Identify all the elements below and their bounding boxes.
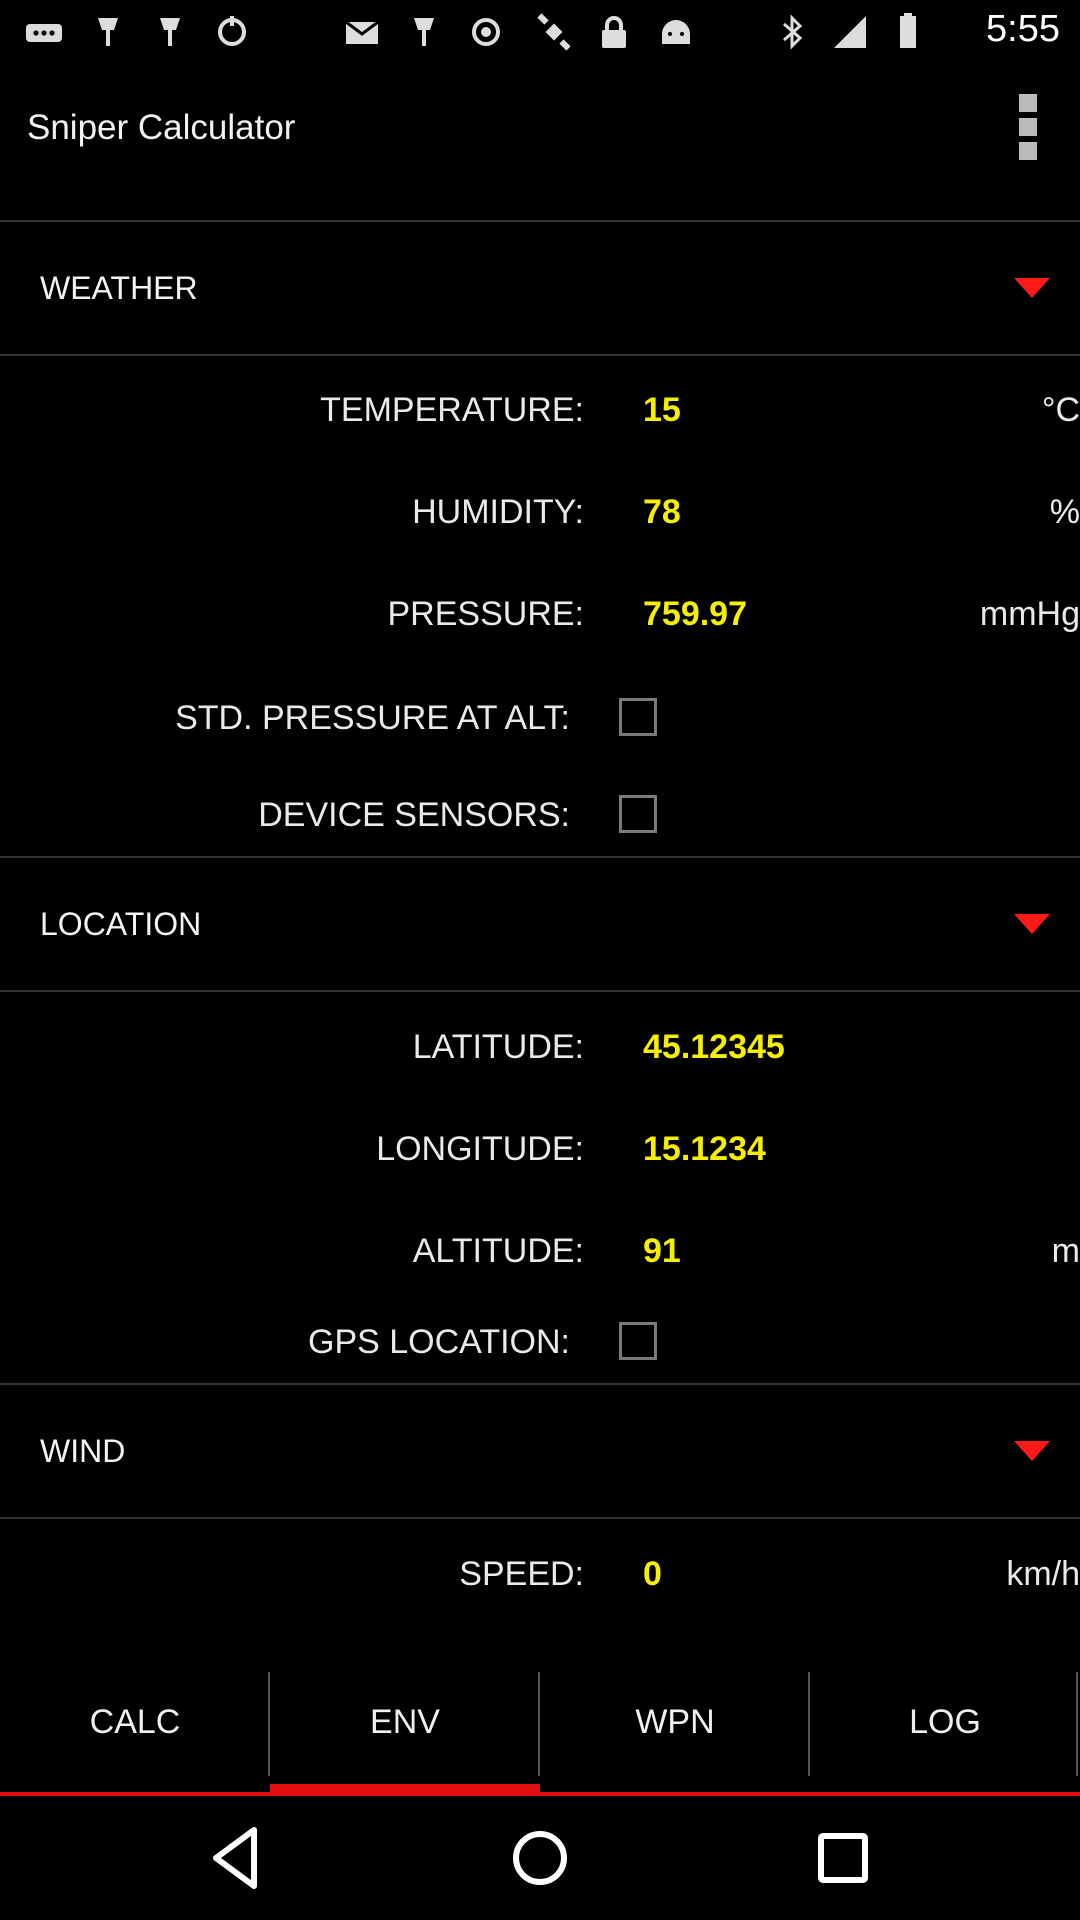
section-header-location[interactable]: LOCATION xyxy=(0,858,1080,990)
tab-label: ENV xyxy=(370,1703,440,1741)
fake-gps-icon xyxy=(537,13,571,51)
navigation-bar xyxy=(0,1796,1080,1920)
pressure-row: PRESSURE: 759.97 mmHg xyxy=(0,564,1080,664)
divider xyxy=(0,990,1080,992)
dropdown-arrow-icon xyxy=(1014,278,1050,298)
tab-wpn[interactable]: WPN xyxy=(540,1656,810,1796)
tab-label: CALC xyxy=(89,1703,181,1741)
section-title: WEATHER xyxy=(40,270,198,306)
temperature-unit[interactable]: °C xyxy=(1042,360,1080,460)
status-time: 5:55 xyxy=(986,8,1060,50)
wind-speed-unit[interactable]: km/h xyxy=(1006,1524,1080,1624)
tab-indicator xyxy=(270,1784,540,1796)
tab-label: LOG xyxy=(909,1703,981,1741)
app-bar: Sniper Calculator xyxy=(0,64,1080,220)
longitude-value[interactable]: 15.1234 xyxy=(643,1099,766,1199)
humidity-row: HUMIDITY: 78 % xyxy=(0,462,1080,562)
temperature-label: TEMPERATURE: xyxy=(320,391,584,429)
section-title: WIND xyxy=(40,1433,126,1469)
bluetooth-icon xyxy=(783,14,803,50)
latitude-value[interactable]: 45.12345 xyxy=(643,997,785,1097)
section-title: LOCATION xyxy=(40,906,202,942)
app-icon xyxy=(414,18,434,46)
gps-location-checkbox[interactable] xyxy=(619,1322,657,1360)
latitude-row: LATITUDE: 45.12345 xyxy=(0,997,1080,1097)
divider xyxy=(0,1517,1080,1519)
status-bar: 5:55 xyxy=(0,0,1080,64)
temperature-row: TEMPERATURE: 15 °C xyxy=(0,360,1080,460)
longitude-row: LONGITUDE: 15.1234 xyxy=(0,1099,1080,1199)
pressure-unit[interactable]: mmHg xyxy=(980,564,1080,664)
std-pressure-checkbox[interactable] xyxy=(619,698,657,736)
dropdown-arrow-icon xyxy=(1014,1441,1050,1461)
app-icon xyxy=(160,18,180,46)
section-header-weather[interactable]: WEATHER xyxy=(0,222,1080,354)
divider xyxy=(0,354,1080,356)
tab-separator xyxy=(1076,1672,1078,1776)
temperature-value[interactable]: 15 xyxy=(643,360,681,460)
lock-icon xyxy=(602,16,626,48)
altitude-row: ALTITUDE: 91 m xyxy=(0,1201,1080,1301)
device-sensors-row: DEVICE SENSORS: xyxy=(0,765,1080,865)
humidity-unit: % xyxy=(1049,493,1080,531)
latitude-label: LATITUDE: xyxy=(412,1028,584,1066)
tab-log[interactable]: LOG xyxy=(810,1656,1080,1796)
dropdown-arrow-icon xyxy=(1014,914,1050,934)
tab-bar: CALC ENV WPN LOG xyxy=(0,1656,1080,1796)
tab-calc[interactable]: CALC xyxy=(0,1656,270,1796)
std-pressure-row: STD. PRESSURE AT ALT: xyxy=(0,668,1080,768)
tab-env[interactable]: ENV xyxy=(270,1656,540,1796)
pressure-label: PRESSURE: xyxy=(387,595,585,633)
app-title: Sniper Calculator xyxy=(27,108,296,147)
gps-location-row: GPS LOCATION: xyxy=(0,1292,1080,1392)
longitude-label: LONGITUDE: xyxy=(376,1130,584,1168)
device-sensors-checkbox[interactable] xyxy=(619,795,657,833)
sync-icon xyxy=(218,16,246,46)
wind-speed-row: SPEED: 0 km/h xyxy=(0,1524,1080,1624)
email-icon xyxy=(345,20,379,44)
humidity-value[interactable]: 78 xyxy=(643,462,681,562)
std-pressure-label: STD. PRESSURE AT ALT: xyxy=(175,699,570,737)
wind-speed-value[interactable]: 0 xyxy=(643,1524,662,1624)
overflow-menu-icon[interactable] xyxy=(1008,94,1048,164)
altitude-value[interactable]: 91 xyxy=(643,1201,681,1301)
device-sensors-label: DEVICE SENSORS: xyxy=(258,796,570,834)
tab-label: WPN xyxy=(635,1703,715,1741)
pressure-value[interactable]: 759.97 xyxy=(643,564,747,664)
humidity-label: HUMIDITY: xyxy=(412,493,584,531)
android-icon xyxy=(662,20,690,44)
gps-location-label: GPS LOCATION: xyxy=(308,1323,570,1361)
battery-icon xyxy=(900,13,916,48)
altitude-label: ALTITUDE: xyxy=(412,1232,584,1270)
sync-icon xyxy=(472,18,500,46)
altitude-unit[interactable]: m xyxy=(1052,1201,1080,1301)
home-icon[interactable] xyxy=(495,1816,585,1900)
back-icon[interactable] xyxy=(192,1816,282,1900)
wind-speed-label: SPEED: xyxy=(459,1555,584,1593)
app-icon xyxy=(98,18,118,46)
section-header-wind[interactable]: WIND xyxy=(0,1385,1080,1517)
recents-icon[interactable] xyxy=(798,1816,888,1900)
signal-icon xyxy=(834,16,866,48)
more-notifications-icon xyxy=(26,24,62,42)
